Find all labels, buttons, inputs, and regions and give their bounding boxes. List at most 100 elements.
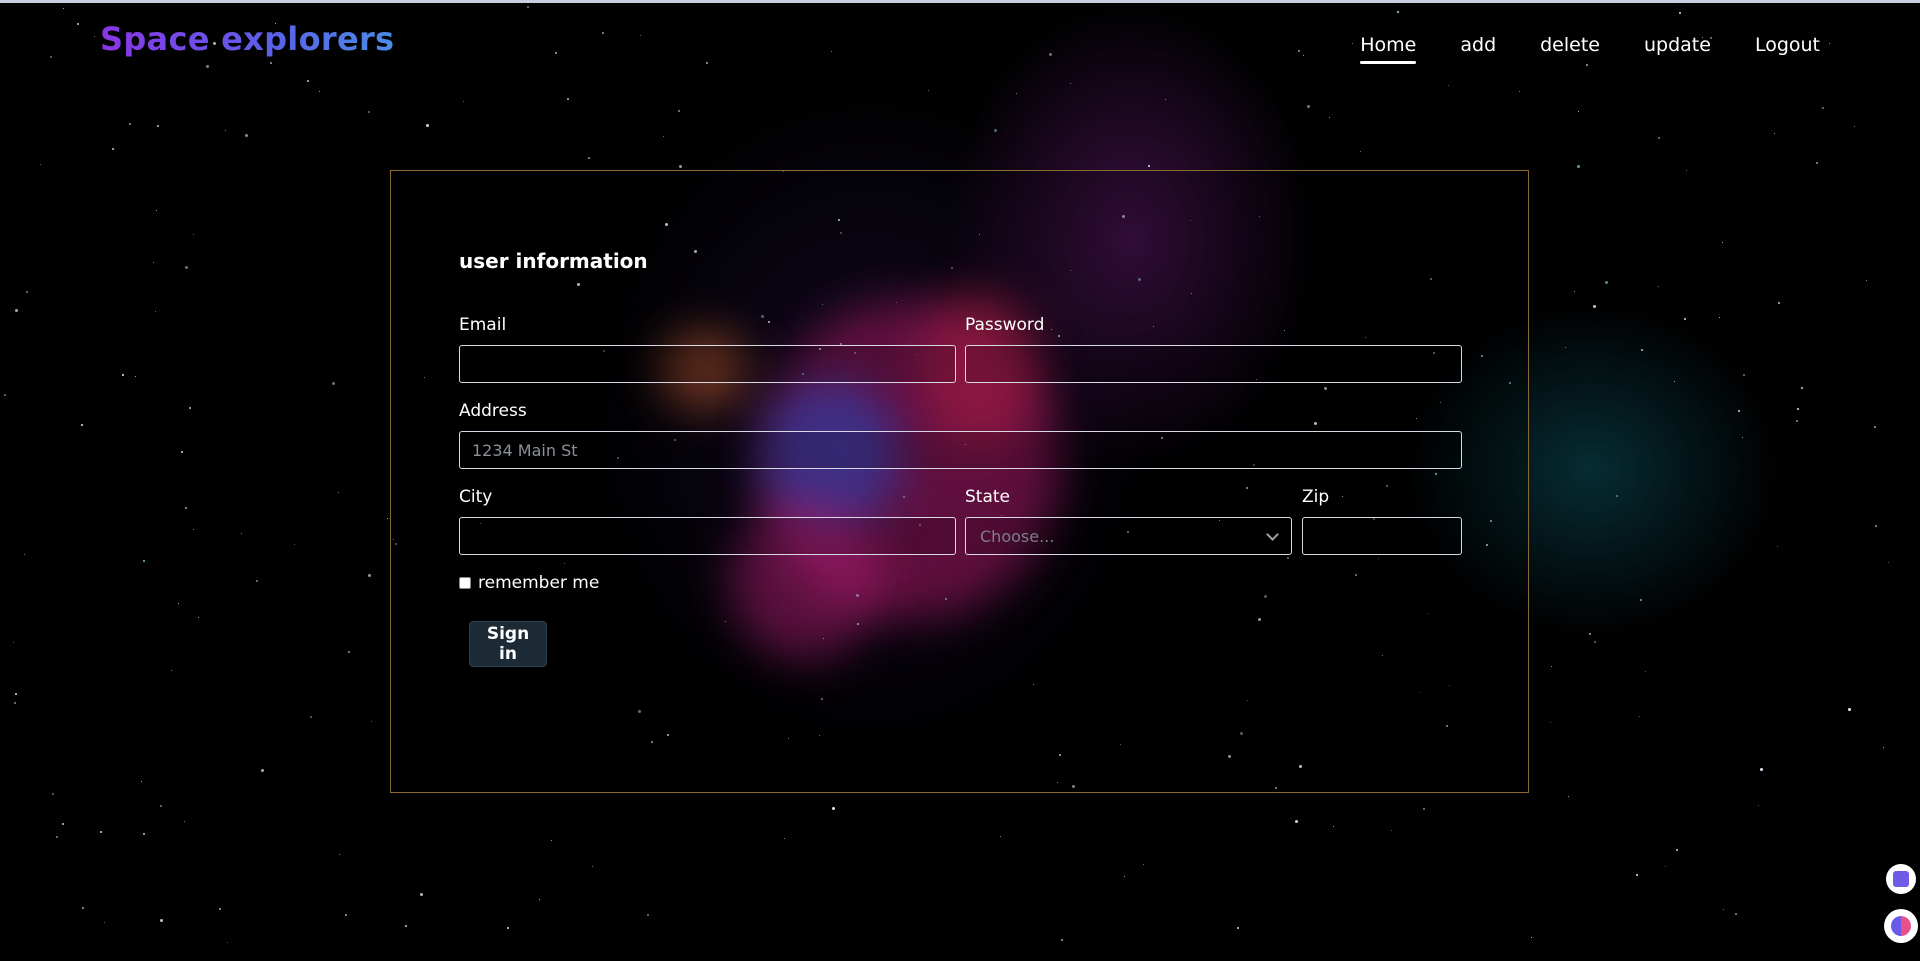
star [1796,420,1798,422]
star [1774,133,1776,135]
star [592,866,594,868]
star [527,6,529,8]
nav-logout[interactable]: Logout [1755,34,1820,64]
star [1760,768,1763,771]
password-field[interactable] [965,345,1462,383]
nav-home[interactable]: Home [1360,34,1417,64]
star [1594,641,1596,643]
brand-logo[interactable]: Space explorers [100,20,394,58]
star [1577,165,1580,168]
star [1307,105,1310,108]
city-label: City [459,487,493,507]
star [831,51,833,53]
star [1854,126,1856,128]
star [81,424,83,426]
star [368,574,371,577]
star [1448,85,1450,87]
star [156,210,158,212]
star [647,914,649,916]
star [1586,64,1588,66]
star [1295,820,1298,823]
star [143,833,145,835]
brain-icon[interactable] [1884,909,1918,943]
star [1519,91,1521,93]
star [1641,349,1643,351]
star [1645,671,1647,673]
star [332,382,335,385]
remember-me-label[interactable]: remember me [478,573,599,593]
star [256,580,258,582]
star [1578,111,1580,113]
star [155,311,157,313]
star [1531,937,1533,939]
star [52,793,54,795]
star [602,32,604,34]
password-label: Password [965,315,1045,335]
state-select[interactable]: Choose... [965,517,1292,555]
nav-add[interactable]: add [1460,34,1496,64]
star [1124,876,1126,878]
star [160,805,162,807]
star [1665,866,1667,868]
star [206,65,209,68]
star [1298,50,1300,52]
browser-top-edge [0,0,1920,3]
star [832,807,835,810]
star [1722,242,1724,244]
address-label: Address [459,401,527,421]
remember-me-checkbox[interactable] [459,577,471,589]
star [588,157,590,159]
star [15,309,18,312]
star [1822,107,1824,109]
translate-icon[interactable] [1886,864,1916,894]
address-field[interactable] [459,431,1462,469]
star [185,266,188,269]
nav-delete[interactable]: delete [1540,34,1600,64]
star [1070,83,1072,85]
star [1000,836,1002,838]
star [143,560,145,562]
star [1551,666,1553,668]
star [198,617,200,619]
star [1778,302,1780,304]
email-label: Email [459,315,507,335]
star [1738,410,1740,412]
star [1143,864,1145,866]
star [1883,747,1885,749]
star [567,98,569,100]
star [345,914,347,916]
star [348,651,350,653]
page: Space explorers Home add delete update L… [0,0,1920,961]
zip-field[interactable] [1302,517,1462,555]
star [178,603,180,605]
star [184,821,186,823]
star [1658,137,1660,139]
nav-update[interactable]: update [1644,34,1711,64]
star [63,8,65,10]
star [1423,808,1425,810]
star [26,291,28,293]
star [1866,280,1868,282]
star [1397,11,1399,13]
star [270,62,272,64]
star [100,831,102,833]
star [678,110,680,112]
email-field[interactable] [459,345,956,383]
star [15,693,17,695]
star [1742,437,1744,439]
form-title: user information [459,249,648,273]
star [294,544,296,546]
star [4,394,6,396]
star [24,554,26,556]
sign-in-button[interactable]: Sign in [469,621,547,667]
star [40,164,42,166]
zip-label: Zip [1302,487,1330,507]
star [1658,286,1660,288]
star [310,716,312,718]
star [339,854,341,856]
star [507,927,509,929]
star [1848,708,1851,711]
star [1165,99,1167,101]
star [1333,826,1335,828]
city-field[interactable] [459,517,956,555]
